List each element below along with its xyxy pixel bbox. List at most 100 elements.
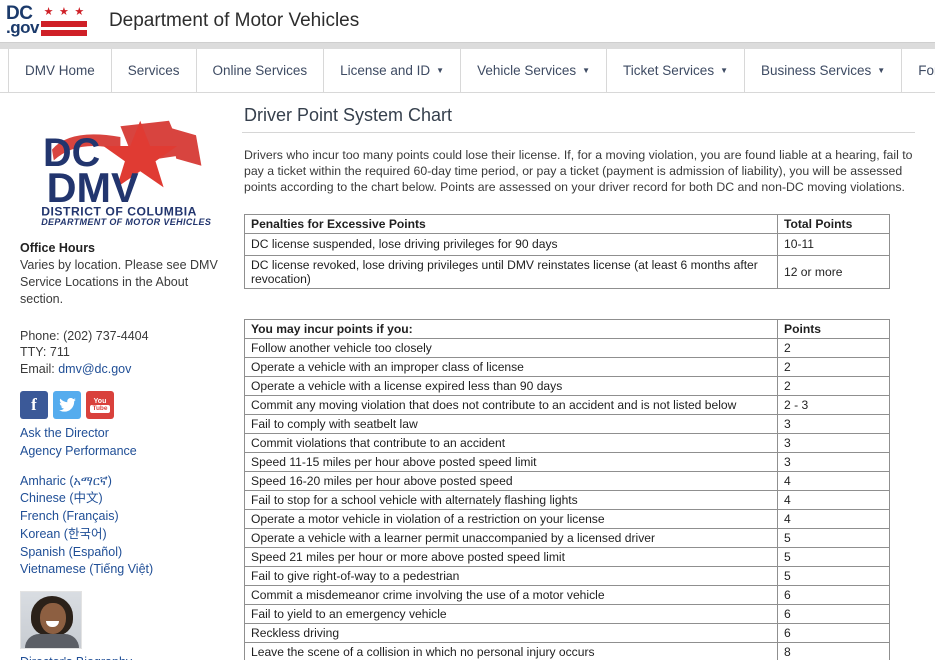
table-row: DC license revoked, lose driving privile…	[244, 254, 890, 289]
avatar-face	[40, 603, 66, 634]
director-avatar	[20, 591, 82, 649]
social-links: f You Tube	[20, 391, 224, 419]
main-navigation: DMV Home Services Online Services Licens…	[0, 49, 935, 93]
office-hours-text: Varies by location. Please see DMV Servi…	[20, 257, 218, 306]
table-row: Speed 11-15 miles per hour above posted …	[244, 451, 890, 472]
language-link-korean[interactable]: Korean (한국어)	[20, 526, 224, 544]
dc-dmv-logo-svg: DC DMV DISTRICT OF COLUMBIA DEPARTMENT O…	[41, 120, 211, 227]
table-header-row: Penalties for Excessive Points Total Poi…	[244, 213, 890, 234]
violation-col-header: You may incur points if you:	[244, 318, 778, 339]
agency-links: Ask the Director Agency Performance	[20, 425, 224, 461]
intro-paragraph: Drivers who incur too many points could …	[244, 148, 913, 195]
penalty-description: DC license suspended, lose driving privi…	[244, 232, 778, 256]
dc-dmv-logo-line1: DISTRICT OF COLUMBIA	[41, 204, 197, 218]
table-row: Operate a vehicle with a license expired…	[244, 375, 890, 396]
points-table: You may incur points if you: Points Foll…	[244, 318, 890, 660]
violation-description: Operate a motor vehicle in violation of …	[244, 508, 778, 529]
violation-points: 3	[777, 432, 890, 453]
violation-description: Reckless driving	[244, 622, 778, 643]
nav-item-online-services[interactable]: Online Services	[197, 49, 325, 92]
ask-the-director-link[interactable]: Ask the Director	[20, 425, 224, 443]
violation-points: 4	[777, 508, 890, 529]
twitter-bird-glyph	[58, 398, 76, 412]
table-row: Commit a misdemeanor crime involving the…	[244, 584, 890, 605]
violation-points: 8	[777, 641, 890, 660]
table-row: Speed 16-20 miles per hour above posted …	[244, 470, 890, 491]
violation-description: Operate a vehicle with a learner permit …	[244, 527, 778, 548]
language-link-french[interactable]: French (Français)	[20, 508, 224, 526]
dcgov-logo[interactable]: DC .gov ★ ★ ★	[6, 3, 87, 39]
sidebar: DC DMV DISTRICT OF COLUMBIA DEPARTMENT O…	[0, 93, 238, 660]
phone-text: Phone: (202) 737-4404	[20, 328, 149, 343]
violation-description: Commit violations that contribute to an …	[244, 432, 778, 453]
site-title: Department of Motor Vehicles	[108, 10, 360, 31]
nav-item-ticket-services[interactable]: Ticket Services ▼	[607, 49, 745, 92]
table-row: Commit violations that contribute to an …	[244, 432, 890, 453]
nav-item-forms[interactable]: Forms	[902, 49, 935, 92]
director-links: Director's Biography Director	[20, 654, 224, 660]
nav-item-dmv-home[interactable]: DMV Home	[8, 49, 112, 92]
contact-block: Phone: (202) 737-4404 TTY: 711 Email: dm…	[20, 328, 224, 380]
facebook-glyph: f	[31, 395, 37, 414]
table-row: Commit any moving violation that does no…	[244, 394, 890, 415]
nav-label: Vehicle Services	[477, 63, 577, 78]
agency-performance-link[interactable]: Agency Performance	[20, 443, 224, 461]
violation-description: Fail to comply with seatbelt law	[244, 413, 778, 434]
table-row: Fail to stop for a school vehicle with a…	[244, 489, 890, 510]
language-link-chinese[interactable]: Chinese (中文)	[20, 490, 224, 508]
language-link-vietnamese[interactable]: Vietnamese (Tiếng Việt)	[20, 561, 224, 579]
violation-description: Speed 16-20 miles per hour above posted …	[244, 470, 778, 491]
nav-label: Services	[127, 63, 180, 78]
violation-points: 5	[777, 565, 890, 586]
nav-label: Business Services	[761, 63, 872, 78]
nav-item-license-and-id[interactable]: License and ID ▼	[324, 49, 462, 92]
table-row: Reckless driving 6	[244, 622, 890, 643]
chevron-down-icon: ▼	[720, 65, 728, 75]
violation-points: 6	[777, 603, 890, 624]
twitter-icon[interactable]	[53, 391, 81, 419]
facebook-icon[interactable]: f	[20, 391, 48, 419]
violation-description: Leave the scene of a collision in which …	[244, 641, 778, 660]
dcgov-wordmark: DC .gov	[6, 4, 39, 38]
violation-description: Operate a vehicle with a license expired…	[244, 375, 778, 396]
dc-dmv-logo[interactable]: DC DMV DISTRICT OF COLUMBIA DEPARTMENT O…	[20, 101, 224, 234]
nav-label: Ticket Services	[623, 63, 715, 78]
points-col-header: Points	[777, 318, 890, 339]
table-row: Fail to give right-of-way to a pedestria…	[244, 565, 890, 586]
site-header: DC .gov ★ ★ ★ Department of Motor Vehicl…	[0, 0, 935, 42]
nav-label: DMV Home	[25, 63, 95, 78]
dc-flag-bar	[40, 30, 87, 36]
table-row: DC license suspended, lose driving privi…	[244, 232, 890, 256]
youtube-icon[interactable]: You Tube	[86, 391, 114, 419]
table-row: Operate a vehicle with an improper class…	[244, 356, 890, 377]
violation-points: 6	[777, 584, 890, 605]
star-icon: ★	[43, 6, 54, 18]
tty-text: TTY: 711	[20, 345, 70, 360]
nav-label: Online Services	[212, 63, 308, 78]
violation-points: 4	[777, 489, 890, 510]
header-divider	[0, 42, 935, 49]
nav-item-business-services[interactable]: Business Services ▼	[745, 49, 903, 92]
table-header-row: You may incur points if you: Points	[244, 318, 890, 339]
email-link[interactable]: dmv@dc.gov	[58, 362, 131, 376]
language-link-spanish[interactable]: Spanish (Español)	[20, 544, 224, 562]
dc-flag-icon: ★ ★ ★	[40, 5, 87, 37]
directors-biography-link[interactable]: Director's Biography	[20, 654, 224, 660]
penalties-col-header: Penalties for Excessive Points	[244, 213, 778, 234]
total-points-col-header: Total Points	[777, 213, 890, 234]
nav-label: Forms	[918, 63, 935, 78]
nav-item-vehicle-services[interactable]: Vehicle Services ▼	[461, 49, 608, 92]
table-row: Leave the scene of a collision in which …	[244, 641, 890, 660]
page-content: DC DMV DISTRICT OF COLUMBIA DEPARTMENT O…	[0, 93, 935, 660]
youtube-tube-text: Tube	[90, 404, 110, 413]
table-row: Operate a motor vehicle in violation of …	[244, 508, 890, 529]
language-link-amharic[interactable]: Amharic (አማርኛ)	[20, 473, 224, 491]
star-icon: ★	[59, 6, 69, 18]
nav-item-services[interactable]: Services	[112, 49, 197, 92]
table-row: Speed 21 miles per hour or more above po…	[244, 546, 890, 567]
chevron-down-icon: ▼	[582, 65, 591, 75]
violation-description: Fail to give right-of-way to a pedestria…	[244, 565, 778, 586]
dc-flag-bar	[40, 21, 87, 27]
star-icon: ★	[74, 6, 85, 18]
dcgov-gov-text: .gov	[6, 18, 39, 38]
